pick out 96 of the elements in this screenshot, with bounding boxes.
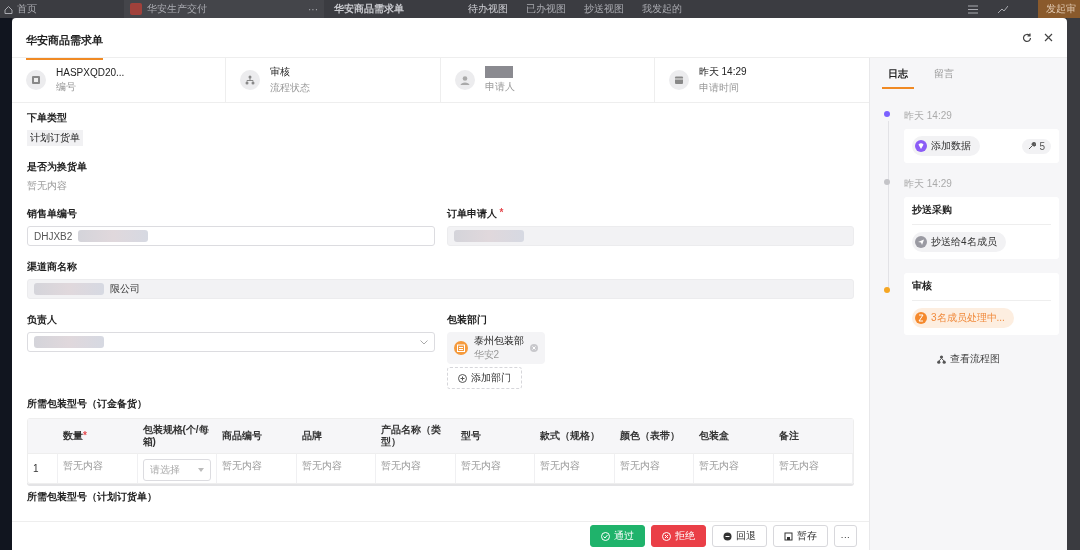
chevron-down-icon: [419, 339, 428, 345]
chart-icon[interactable]: [998, 4, 1008, 14]
summary-value: HASPXQD20...: [56, 66, 125, 78]
column-header: 产品名称（类型）: [376, 419, 456, 453]
table-cell: 暂无内容: [778, 460, 819, 471]
summary-label: 编号: [56, 79, 77, 94]
summary-label: 流程状态: [270, 81, 311, 95]
summary-label: 申请时间: [698, 81, 740, 95]
view-tab[interactable]: 待办视图: [468, 2, 508, 16]
view-tab[interactable]: 抄送视图: [584, 2, 624, 16]
page-title: 华安商品需求单: [334, 2, 405, 16]
add-department-button[interactable]: 添加部门: [446, 367, 522, 389]
table-cell: 暂无内容: [460, 460, 501, 471]
column-header: 商品编号: [217, 419, 297, 453]
return-button[interactable]: 回退: [711, 525, 767, 547]
column-header: 颜色（表带）: [614, 419, 694, 453]
view-tab[interactable]: 我发起的: [642, 2, 682, 16]
close-circle-icon: [661, 531, 671, 541]
panel-tab[interactable]: 日志: [882, 66, 914, 89]
more-icon[interactable]: ···: [308, 3, 318, 15]
table-cell: 暂无内容: [540, 460, 580, 471]
row-number: 1: [28, 453, 58, 483]
status-pill: 抄送给4名成员: [912, 232, 1006, 252]
empty-value: 暂无内容: [27, 180, 67, 191]
redacted-block: [78, 230, 149, 242]
view-tab[interactable]: 已办视图: [526, 2, 566, 16]
status-pill: 3名成员处理中...: [912, 308, 1014, 328]
close-icon[interactable]: [1044, 33, 1053, 42]
flowchart-link[interactable]: 查看流程图: [870, 353, 1067, 366]
column-header: 包装盒: [694, 419, 774, 453]
document-icon: [31, 75, 41, 85]
table-cell: 暂无内容: [699, 460, 739, 471]
field-label: 下单类型: [27, 111, 67, 125]
more-button[interactable]: ···: [833, 525, 857, 547]
table-cell: 暂无内容: [63, 460, 103, 471]
home-link[interactable]: 首页: [17, 2, 37, 16]
list-icon[interactable]: [968, 4, 978, 14]
redacted-block: [34, 283, 104, 295]
log-title: 抄送采购: [912, 204, 1051, 225]
status-pill: 添加数据: [912, 136, 980, 156]
table-cell: 暂无内容: [619, 460, 660, 471]
save-icon: [783, 531, 793, 541]
app-name[interactable]: 华安生产交付: [147, 2, 207, 16]
app-logo-icon: [130, 3, 142, 15]
table-cell: 暂无内容: [381, 460, 421, 471]
check-circle-icon: [600, 531, 610, 541]
home-icon: [4, 4, 13, 14]
summary-value: 审核: [270, 65, 292, 79]
section-title: 所需包装型号（计划订货单）: [27, 490, 158, 504]
field-label: 销售单编号: [27, 207, 77, 221]
dialog-title: 华安商品需求单: [26, 21, 103, 60]
table-cell: 暂无内容: [301, 460, 342, 471]
building-icon: [456, 344, 465, 352]
field-label: 负责人: [27, 313, 57, 327]
hierarchy-icon: [245, 75, 256, 85]
table-cell: 暂无内容: [222, 460, 262, 471]
column-header: 品牌: [296, 419, 376, 453]
shield-icon: [915, 140, 927, 152]
column-header: 备注: [773, 419, 853, 453]
log-time: 昨天 14:29: [904, 109, 953, 123]
column-header: 包装规格(个/每箱): [137, 419, 217, 453]
section-title: 所需包装型号（订金备货）: [27, 397, 148, 411]
flowchart-icon: [937, 355, 946, 364]
minus-circle-icon: [722, 531, 732, 541]
type-tag: 计划订货单: [27, 130, 83, 146]
column-header: 型号: [455, 419, 535, 453]
redacted-block: [34, 336, 104, 348]
field-label: 订单申请人: [446, 207, 497, 221]
avatar-icon: [459, 75, 470, 85]
log-title: 审核: [912, 280, 1051, 301]
department-sub: 华安2: [473, 348, 501, 362]
field-label: 渠道商名称: [27, 260, 77, 274]
refresh-icon[interactable]: [1022, 32, 1032, 43]
summary-label: 申请人: [484, 80, 515, 94]
department-name: 泰州包装部: [473, 334, 524, 348]
count-badge: 5: [1022, 138, 1051, 154]
calendar-icon: [673, 75, 684, 85]
column-header: 款式（规格）: [535, 419, 615, 453]
plus-circle-icon: [457, 373, 467, 383]
save-button[interactable]: 暂存: [772, 525, 828, 547]
readonly-field: 限公司: [27, 279, 854, 299]
panel-tab[interactable]: 留言: [928, 66, 960, 89]
send-icon: [915, 236, 927, 248]
redacted-block: [453, 230, 524, 242]
summary-value: 昨天 14:29: [698, 65, 747, 79]
field-label: 是否为换货单: [27, 160, 87, 174]
caret-icon: [198, 468, 204, 472]
field-label: 包装部门: [446, 313, 487, 327]
approve-button[interactable]: 通过: [589, 525, 645, 547]
sales-number-field[interactable]: DHJXB2: [27, 226, 435, 246]
start-button[interactable]: 发起审: [1038, 0, 1080, 18]
redacted-name: [484, 66, 513, 78]
required-mark: *: [499, 207, 504, 220]
log-time: 昨天 14:29: [904, 177, 953, 191]
reject-button[interactable]: 拒绝: [650, 525, 706, 547]
column-header: 数量*: [58, 419, 138, 453]
